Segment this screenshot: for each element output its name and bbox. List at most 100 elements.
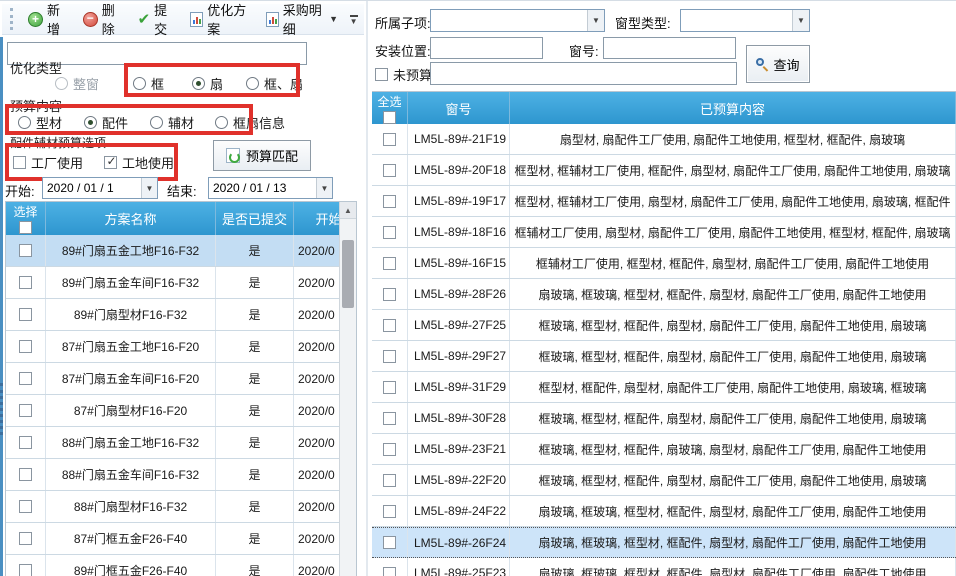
- plan-name-column-header[interactable]: 方案名称: [46, 202, 216, 235]
- row-checkbox[interactable]: [19, 244, 32, 257]
- add-button[interactable]: 新增: [21, 0, 74, 41]
- row-checkbox[interactable]: [383, 474, 396, 487]
- optimize-plan-button[interactable]: 优化方案: [183, 0, 256, 41]
- optimize-type-option[interactable]: 框: [133, 74, 164, 93]
- query-button[interactable]: 查询: [746, 45, 810, 83]
- row-checkbox[interactable]: [19, 436, 32, 449]
- radio-icon[interactable]: [150, 116, 163, 129]
- row-checkbox[interactable]: [383, 133, 396, 146]
- window-row[interactable]: LM5L-89#-30F28 框玻璃, 框型材, 框配件, 扇型材, 扇配件工厂…: [372, 403, 956, 434]
- sub-item-combobox[interactable]: ▼: [430, 9, 605, 32]
- row-checkbox[interactable]: [19, 276, 32, 289]
- splitter-grip[interactable]: [0, 383, 3, 435]
- window-row[interactable]: LM5L-89#-16F15 框辅材工厂使用, 框型材, 框配件, 扇型材, 扇…: [372, 248, 956, 279]
- row-checkbox[interactable]: [19, 340, 32, 353]
- chevron-down-icon[interactable]: ▼: [141, 178, 157, 198]
- budgeted-content-column-header[interactable]: 已预算内容: [510, 92, 956, 124]
- window-row[interactable]: LM5L-89#-23F21 框玻璃, 框型材, 框配件, 扇玻璃, 扇型材, …: [372, 434, 956, 465]
- window-row[interactable]: LM5L-89#-18F16 框辅材工厂使用, 扇型材, 扇配件工厂使用, 扇配…: [372, 217, 956, 248]
- no-budget-input[interactable]: [430, 62, 737, 85]
- select-all-checkbox[interactable]: [383, 111, 396, 124]
- chevron-down-icon[interactable]: ▼: [587, 10, 604, 31]
- window-no-input[interactable]: [603, 37, 736, 59]
- checkbox-icon[interactable]: [13, 156, 26, 169]
- row-checkbox[interactable]: [383, 288, 396, 301]
- row-checkbox[interactable]: [383, 443, 396, 456]
- budget-content-option[interactable]: 辅材: [150, 113, 194, 132]
- row-checkbox[interactable]: [19, 468, 32, 481]
- window-row[interactable]: LM5L-89#-28F26 扇玻璃, 框玻璃, 框型材, 框配件, 扇型材, …: [372, 279, 956, 310]
- no-budget-checkbox[interactable]: 未预算:: [375, 65, 436, 84]
- plan-row[interactable]: 89#门框五金F26-F40 是 2020/0: [6, 555, 356, 576]
- window-type-combobox[interactable]: ▼: [680, 9, 810, 32]
- row-checkbox[interactable]: [19, 564, 32, 576]
- plan-row[interactable]: 87#门扇五金工地F16-F20 是 2020/0: [6, 331, 356, 363]
- plan-row[interactable]: 88#门扇五金车间F16-F32 是 2020/0: [6, 459, 356, 491]
- install-position-input[interactable]: [430, 37, 543, 59]
- plan-row[interactable]: 89#门扇五金车间F16-F32 是 2020/0: [6, 267, 356, 299]
- plan-row[interactable]: 89#门扇五金工地F16-F32 是 2020/0: [6, 235, 356, 267]
- plan-row[interactable]: 87#门框五金F26-F40 是 2020/0: [6, 523, 356, 555]
- purchase-detail-button[interactable]: 采购明细 ▼: [259, 0, 345, 41]
- plan-row[interactable]: 87#门扇型材F16-F20 是 2020/0: [6, 395, 356, 427]
- budget-content-option[interactable]: 框扇信息: [215, 113, 285, 132]
- toolbar-overflow-button[interactable]: ▼: [347, 8, 360, 30]
- submit-button[interactable]: ✔ 提交: [131, 0, 182, 41]
- window-row[interactable]: LM5L-89#-21F19 扇型材, 扇配件工厂使用, 扇配件工地使用, 框型…: [372, 124, 956, 155]
- optimize-type-option[interactable]: 扇: [192, 74, 223, 93]
- row-checkbox[interactable]: [383, 381, 396, 394]
- scroll-up-button[interactable]: ▲: [340, 202, 356, 219]
- chevron-down-icon[interactable]: ▼: [316, 178, 332, 198]
- window-row[interactable]: LM5L-89#-22F20 框玻璃, 框型材, 框配件, 扇型材, 扇配件工厂…: [372, 465, 956, 496]
- budget-content-option[interactable]: 型材: [18, 113, 62, 132]
- toolbar-grip[interactable]: [10, 8, 13, 30]
- window-row[interactable]: LM5L-89#-25F23 扇玻璃, 框玻璃, 框型材, 框配件, 扇型材, …: [372, 558, 956, 576]
- delete-button[interactable]: 删除: [76, 0, 129, 41]
- plan-row[interactable]: 88#门扇五金工地F16-F32 是 2020/0: [6, 427, 356, 459]
- row-checkbox[interactable]: [19, 404, 32, 417]
- plan-row[interactable]: 88#门扇型材F16-F32 是 2020/0: [6, 491, 356, 523]
- checkbox-icon[interactable]: [104, 156, 117, 169]
- window-row[interactable]: LM5L-89#-31F29 框型材, 框配件, 扇型材, 扇配件工厂使用, 扇…: [372, 372, 956, 403]
- budget-match-button[interactable]: 预算匹配: [213, 140, 311, 171]
- window-row[interactable]: LM5L-89#-26F24 扇玻璃, 框玻璃, 框型材, 框配件, 扇型材, …: [372, 527, 956, 558]
- row-checkbox[interactable]: [19, 308, 32, 321]
- window-row[interactable]: LM5L-89#-27F25 框玻璃, 框型材, 框配件, 扇型材, 扇配件工厂…: [372, 310, 956, 341]
- row-checkbox[interactable]: [383, 319, 396, 332]
- submitted-column-header[interactable]: 是否已提交: [216, 202, 294, 235]
- radio-icon[interactable]: [84, 116, 97, 129]
- plan-row[interactable]: 87#门扇五金车间F16-F20 是 2020/0: [6, 363, 356, 395]
- row-checkbox[interactable]: [19, 500, 32, 513]
- row-checkbox[interactable]: [383, 226, 396, 239]
- chevron-down-icon[interactable]: ▼: [792, 10, 809, 31]
- select-all-checkbox[interactable]: [19, 221, 32, 234]
- scrollbar-thumb[interactable]: [342, 240, 354, 308]
- row-checkbox[interactable]: [19, 532, 32, 545]
- window-row[interactable]: LM5L-89#-19F17 框型材, 框辅材工厂使用, 扇型材, 扇配件工厂使…: [372, 186, 956, 217]
- row-checkbox[interactable]: [383, 567, 396, 576]
- window-row[interactable]: LM5L-89#-24F22 扇玻璃, 框玻璃, 框型材, 框配件, 扇型材, …: [372, 496, 956, 527]
- radio-icon[interactable]: [133, 77, 146, 90]
- row-checkbox[interactable]: [383, 505, 396, 518]
- accessory-usage-checkbox[interactable]: 工厂使用: [13, 153, 83, 172]
- window-no-column-header[interactable]: 窗号: [408, 92, 510, 124]
- vertical-scrollbar[interactable]: ▲: [339, 202, 356, 576]
- plan-row[interactable]: 89#门扇型材F16-F32 是 2020/0: [6, 299, 356, 331]
- window-row[interactable]: LM5L-89#-29F27 框玻璃, 框型材, 框配件, 扇型材, 扇配件工厂…: [372, 341, 956, 372]
- row-checkbox[interactable]: [383, 164, 396, 177]
- window-row[interactable]: LM5L-89#-20F18 框型材, 框辅材工厂使用, 框配件, 扇型材, 扇…: [372, 155, 956, 186]
- start-date-picker[interactable]: 2020 / 01 / 1 ▼: [42, 177, 158, 199]
- optimize-type-option[interactable]: 整窗: [55, 74, 99, 93]
- radio-icon[interactable]: [18, 116, 31, 129]
- row-checkbox[interactable]: [383, 195, 396, 208]
- end-date-picker[interactable]: 2020 / 01 / 13 ▼: [208, 177, 333, 199]
- radio-icon[interactable]: [55, 77, 68, 90]
- checkbox-icon[interactable]: [375, 68, 388, 81]
- row-checkbox[interactable]: [383, 257, 396, 270]
- row-checkbox[interactable]: [19, 372, 32, 385]
- accessory-usage-checkbox[interactable]: 工地使用: [104, 153, 174, 172]
- radio-icon[interactable]: [246, 77, 259, 90]
- radio-icon[interactable]: [192, 77, 205, 90]
- row-checkbox[interactable]: [383, 536, 396, 549]
- radio-icon[interactable]: [215, 116, 228, 129]
